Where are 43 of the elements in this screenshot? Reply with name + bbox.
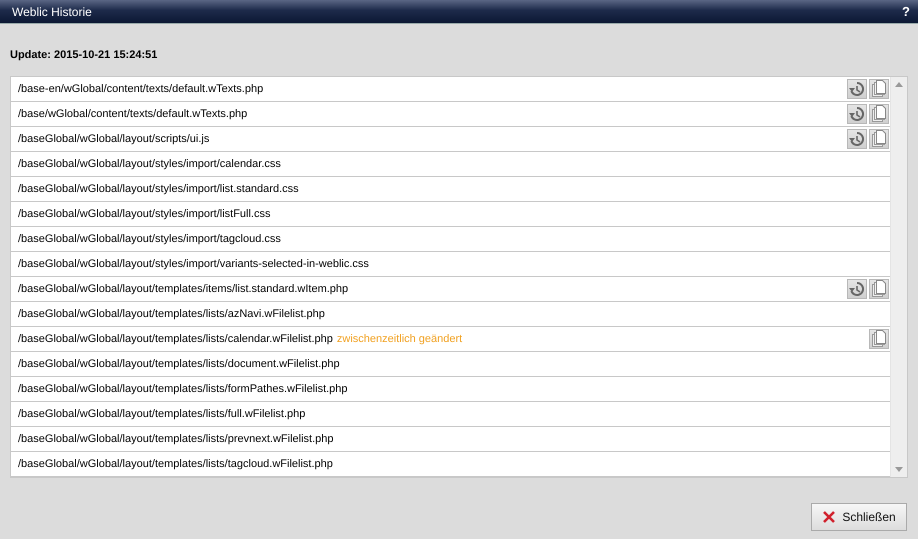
scrollbar[interactable] [890, 77, 907, 477]
copy-icon [871, 280, 887, 298]
file-path: /baseGlobal/wGlobal/layout/templates/lists/calendar.wFilelist.php [18, 333, 333, 345]
copy-icon [871, 105, 887, 123]
close-icon [822, 510, 836, 524]
copy-icon [871, 130, 887, 148]
history-icon [848, 105, 866, 123]
file-path: /baseGlobal/wGlobal/layout/templates/lists/tagcloud.wFilelist.php [18, 458, 333, 470]
history-button[interactable] [847, 104, 867, 124]
file-path: /base/wGlobal/content/texts/default.wTexts.php [18, 108, 248, 120]
help-button[interactable]: ? [902, 4, 910, 19]
history-button[interactable] [847, 129, 867, 149]
file-path: /baseGlobal/wGlobal/layout/templates/lists/document.wFilelist.php [18, 358, 340, 370]
history-button[interactable] [847, 79, 867, 99]
history-icon [848, 130, 866, 148]
file-path: /baseGlobal/wGlobal/layout/styles/import/listFull.css [18, 208, 270, 220]
window-title: Weblic Historie [12, 4, 93, 18]
history-icon [848, 280, 866, 298]
scroll-down-icon[interactable] [895, 467, 903, 472]
file-path: /baseGlobal/wGlobal/layout/scripts/ui.js [18, 133, 210, 145]
copy-button[interactable] [869, 79, 889, 99]
file-path: /baseGlobal/wGlobal/layout/styles/import/tagcloud.css [18, 233, 281, 245]
update-timestamp: Update: 2015-10-21 15:24:51 [10, 49, 158, 63]
file-path: /baseGlobal/wGlobal/layout/templates/lists/formPathes.wFilelist.php [18, 383, 348, 395]
copy-button[interactable] [869, 129, 889, 149]
status-note: zwischenzeitlich geändert [336, 333, 462, 345]
history-icon [848, 80, 866, 98]
file-path: /baseGlobal/wGlobal/layout/styles/import/calendar.css [18, 158, 281, 170]
file-path: /baseGlobal/wGlobal/layout/templates/lists/azNavi.wFilelist.php [18, 308, 325, 320]
file-path: /baseGlobal/wGlobal/layout/templates/lists/full.wFilelist.php [18, 408, 306, 420]
file-path: /baseGlobal/wGlobal/layout/templates/items/list.standard.wItem.php [18, 283, 348, 295]
copy-button[interactable] [869, 329, 889, 349]
copy-button[interactable] [869, 279, 889, 299]
copy-icon [871, 80, 887, 98]
copy-button[interactable] [869, 104, 889, 124]
file-path: /baseGlobal/wGlobal/layout/styles/import/variants-selected-in-weblic.css [18, 258, 369, 270]
close-button[interactable]: Schließen [811, 503, 907, 531]
file-path: /base-en/wGlobal/content/texts/default.wTexts.php [18, 83, 264, 95]
copy-icon [871, 330, 887, 348]
history-button[interactable] [847, 279, 867, 299]
file-path: /baseGlobal/wGlobal/layout/styles/import/list.standard.css [18, 183, 299, 195]
file-path: /baseGlobal/wGlobal/layout/templates/lists/prevnext.wFilelist.php [18, 433, 334, 445]
scroll-up-icon[interactable] [895, 82, 903, 87]
